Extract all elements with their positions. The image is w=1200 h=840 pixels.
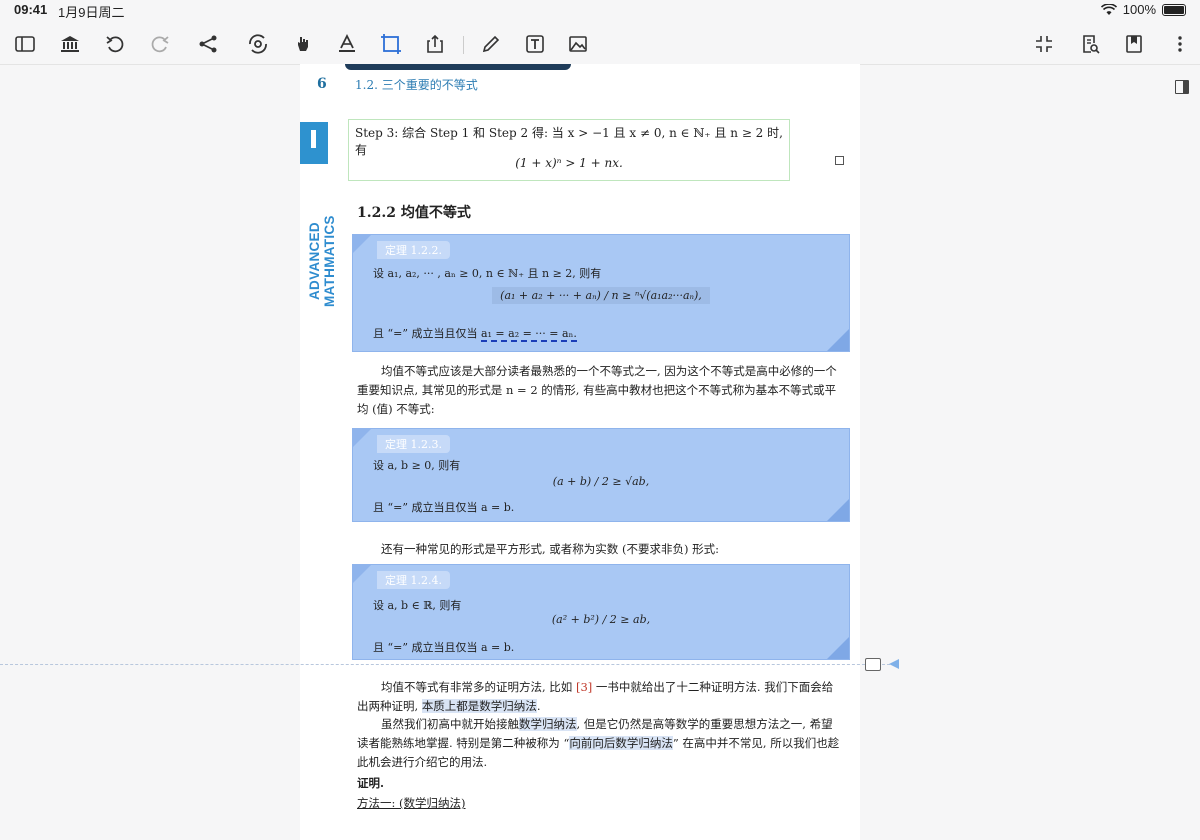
share-graph-icon[interactable] [194, 30, 222, 58]
theorem-equality: 且 “=” 成立当且仅当 a = b. [373, 501, 515, 514]
side-banner: ADVANCED MATHMATICS [307, 215, 337, 307]
battery-icon [1162, 3, 1186, 16]
status-bar: 09:41 1月9日周二 100% [0, 0, 1200, 20]
settings-sync-icon[interactable] [244, 30, 272, 58]
undo-icon[interactable] [101, 30, 129, 58]
highlight[interactable]: 数学归纳法 [519, 717, 577, 731]
export-icon[interactable] [421, 30, 449, 58]
theorem-text: 设 a, b ∈ ℝ, 则有 [373, 599, 462, 612]
sidebar-icon[interactable] [11, 30, 39, 58]
theorem-formula: (a₁ + a₂ + ··· + aₙ) / n ≥ ⁿ√(a₁a₂···aₙ)… [353, 287, 849, 304]
chapter-tab [300, 122, 328, 164]
highlight[interactable]: 向前向后数学归纳法 [569, 736, 673, 750]
theorem-box-3[interactable]: 定理 1.2.4. 设 a, b ∈ ℝ, 则有 (a² + b²) / 2 ≥… [352, 564, 850, 660]
status-date: 1月9日周二 [58, 5, 125, 20]
reference-link[interactable]: [3] [576, 680, 592, 694]
running-head: 1.2. 三个重要的不等式 [355, 78, 478, 92]
compress-icon[interactable] [1030, 30, 1058, 58]
corner-handle-tl[interactable] [353, 429, 371, 447]
bookmark-icon[interactable] [1120, 30, 1148, 58]
proof-label: 证明. [357, 776, 385, 790]
paragraph-2: 还有一种常见的形式是平方形式, 或者称为实数 (不要求非负) 形式: [381, 542, 719, 556]
theorem-label: 定理 1.2.3. [377, 435, 450, 453]
step3-formula: (1 + x)ⁿ > 1 + nx. [515, 156, 623, 170]
theorem-formula: (a² + b²) / 2 ≥ ab, [551, 613, 651, 626]
document-page: 6 1.2. 三个重要的不等式 ADVANCED MATHMATICS Step… [300, 64, 860, 840]
status-right: 100% [1100, 2, 1186, 17]
highlight[interactable]: 本质上都是数学归纳法 [421, 699, 537, 713]
status-time: 09:41 [14, 2, 48, 17]
more-icon[interactable] [1166, 30, 1194, 58]
theorem-formula: (a + b) / 2 ≥ √ab, [552, 475, 650, 488]
corner-handle-br[interactable] [827, 499, 849, 521]
step3-box[interactable]: Step 3: 综合 Step 1 和 Step 2 得: 当 x > −1 且… [348, 119, 790, 181]
theorem-box-2[interactable]: 定理 1.2.3. 设 a, b ≥ 0, 则有 (a + b) / 2 ≥ √… [352, 428, 850, 522]
theorem-equality: 且 “=” 成立当且仅当 a = b. [373, 641, 515, 654]
theorem-box-1[interactable]: 定理 1.2.2. 设 a₁, a₂, ··· , aₙ ≥ 0, n ∈ ℕ₊… [352, 234, 850, 352]
paragraph-3: 均值不等式有非常多的证明方法, 比如 [3] 一书中就给出了十二种证明方法. 我… [357, 680, 834, 713]
section-title: 1.2.2 均值不等式 [357, 205, 471, 221]
image-icon[interactable] [564, 30, 592, 58]
page-number: 6 [317, 76, 327, 92]
page-break-icon[interactable] [865, 658, 881, 671]
step3-text: Step 3: 综合 Step 1 和 Step 2 得: 当 x > −1 且… [355, 126, 783, 157]
toolbar-divider [463, 36, 464, 54]
theorem-label: 定理 1.2.2. [377, 241, 450, 259]
battery-percent: 100% [1122, 2, 1156, 17]
corner-handle-br[interactable] [827, 637, 849, 659]
page-break-handle-icon[interactable] [889, 659, 899, 669]
corner-handle-br[interactable] [827, 329, 849, 351]
paragraph-4: 虽然我们初高中就开始接触数学归纳法, 但是它仍然是高等数学的重要思想方法之一, … [357, 717, 840, 769]
corner-handle-tl[interactable] [353, 235, 371, 253]
panel-toggle-icon[interactable] [1175, 80, 1189, 94]
text-color-icon[interactable] [333, 30, 361, 58]
theorem-text: 设 a, b ≥ 0, 则有 [373, 459, 461, 472]
corner-handle-tl[interactable] [353, 565, 371, 583]
page-break-line [0, 664, 890, 665]
method-label: 方法一: (数学归纳法) [357, 796, 466, 810]
hand-icon[interactable] [289, 30, 317, 58]
equality-condition: a₁ = a₂ = ··· = aₙ. [480, 327, 577, 342]
wifi-icon [1100, 3, 1117, 15]
toolbar [0, 24, 1200, 65]
page-header-tab [345, 64, 571, 70]
pen-icon[interactable] [477, 30, 505, 58]
theorem-text: 设 a₁, a₂, ··· , aₙ ≥ 0, n ∈ ℕ₊ 且 n ≥ 2, … [373, 267, 602, 280]
qed-icon [835, 156, 844, 165]
redo-icon[interactable] [146, 30, 174, 58]
library-icon[interactable] [56, 30, 84, 58]
search-document-icon[interactable] [1076, 30, 1104, 58]
paragraph-1: 均值不等式应该是大部分读者最熟悉的一个不等式之一, 因为这个不等式是高中必修的一… [357, 364, 837, 416]
theorem-label: 定理 1.2.4. [377, 571, 450, 589]
theorem-equality: 且 “=” 成立当且仅当 a₁ = a₂ = ··· = aₙ. [373, 327, 577, 342]
crop-select-icon[interactable] [377, 30, 405, 58]
text-box-icon[interactable] [521, 30, 549, 58]
